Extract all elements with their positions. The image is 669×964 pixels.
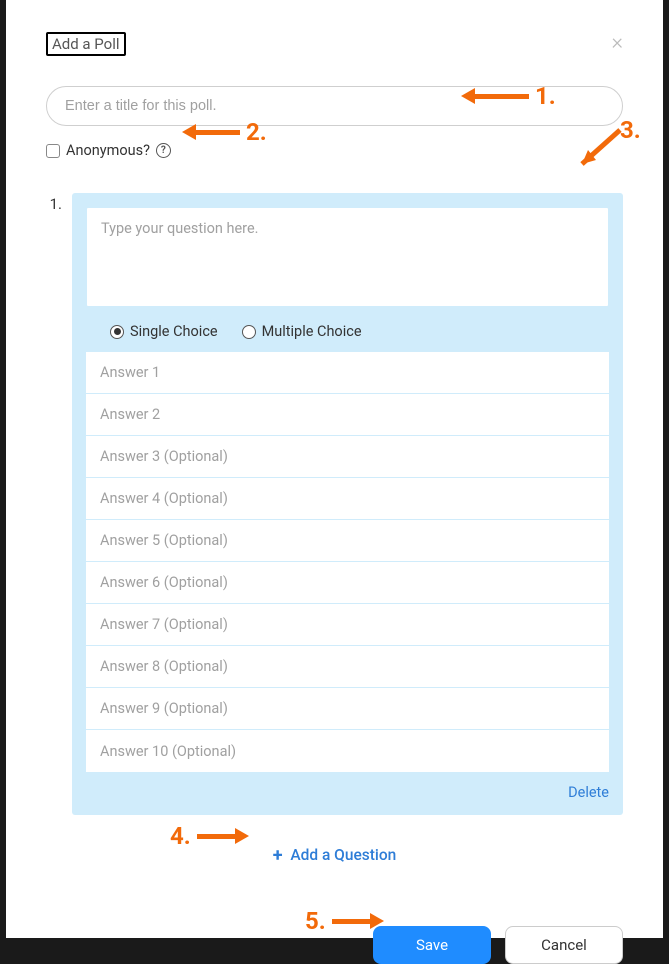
cancel-button[interactable]: Cancel [505, 926, 623, 964]
answer-input[interactable] [86, 394, 609, 436]
multiple-choice-label: Multiple Choice [262, 323, 362, 340]
add-poll-modal: Add a Poll × Anonymous? ? 1. Single Choi… [6, 0, 663, 938]
single-choice-radio[interactable]: Single Choice [110, 323, 218, 340]
anonymous-row: Anonymous? ? [46, 142, 623, 159]
single-choice-label: Single Choice [130, 323, 218, 340]
answer-input[interactable] [86, 604, 609, 646]
save-button[interactable]: Save [373, 926, 491, 964]
question-text-input[interactable] [86, 207, 609, 307]
answer-input[interactable] [86, 688, 609, 730]
answers-list [86, 352, 609, 772]
question-card: Single Choice Multiple Choice Del [72, 193, 623, 815]
modal-footer: Save Cancel [46, 926, 623, 964]
answer-input[interactable] [86, 730, 609, 772]
help-icon[interactable]: ? [156, 143, 171, 158]
add-question-button[interactable]: + Add a Question [46, 845, 623, 866]
close-icon[interactable]: × [611, 32, 623, 54]
radio-icon [110, 325, 124, 339]
answer-input[interactable] [86, 520, 609, 562]
answer-input[interactable] [86, 646, 609, 688]
anonymous-label: Anonymous? [66, 142, 150, 159]
anonymous-checkbox[interactable] [46, 144, 60, 158]
plus-icon: + [273, 845, 283, 866]
delete-question-link[interactable]: Delete [86, 772, 609, 801]
answer-input[interactable] [86, 562, 609, 604]
answer-input[interactable] [86, 478, 609, 520]
question-number: 1. [46, 193, 62, 815]
question-row: 1. Single Choice Multiple Choice [46, 193, 623, 815]
modal-title: Add a Poll [46, 32, 126, 56]
multiple-choice-radio[interactable]: Multiple Choice [242, 323, 362, 340]
radio-icon [242, 325, 256, 339]
answer-input[interactable] [86, 436, 609, 478]
modal-header: Add a Poll × [46, 32, 623, 56]
add-question-label: Add a Question [290, 846, 396, 864]
poll-title-input[interactable] [46, 86, 623, 126]
choice-type-row: Single Choice Multiple Choice [86, 311, 609, 352]
answer-input[interactable] [86, 352, 609, 394]
